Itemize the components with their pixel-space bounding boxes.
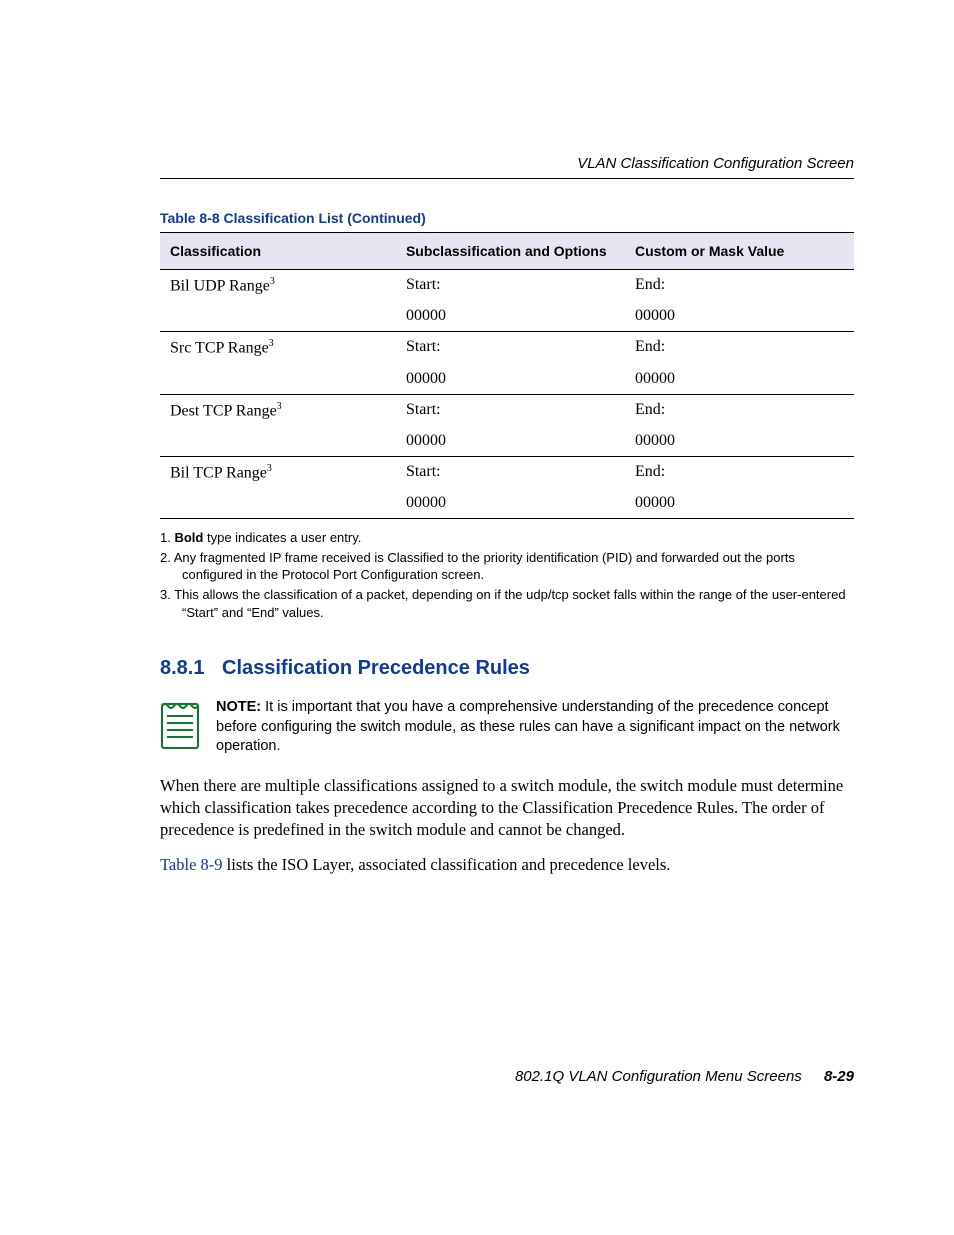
col-subclassification: Subclassification and Options — [396, 233, 625, 270]
classification-table: Classification Subclassification and Opt… — [160, 232, 854, 519]
row-name: Bil UDP Range — [170, 277, 270, 294]
table-row: 00000 00000 — [160, 488, 854, 519]
table-caption: Table 8-8 Classification List (Continued… — [160, 210, 854, 226]
footnotes: 1. Bold type indicates a user entry. 2. … — [160, 529, 854, 621]
row-name: Src TCP Range — [170, 340, 269, 357]
section-number: 8.8.1 — [160, 657, 222, 680]
footer-text: 802.1Q VLAN Configuration Menu Screens — [515, 1068, 802, 1085]
table-row: Bil UDP Range3 Start: End: — [160, 270, 854, 302]
header-rule — [160, 178, 854, 179]
end-value: 00000 — [625, 426, 854, 457]
start-value: 00000 — [396, 426, 625, 457]
table-row: 00000 00000 — [160, 364, 854, 395]
row-sup: 3 — [270, 276, 275, 287]
table-row: 00000 00000 — [160, 301, 854, 332]
table-row: 00000 00000 — [160, 426, 854, 457]
footnote-1: 1. Bold type indicates a user entry. — [160, 529, 854, 547]
row-name: Bil TCP Range — [170, 464, 267, 481]
body-paragraph-1: When there are multiple classifications … — [160, 775, 854, 842]
page-number: 8-29 — [824, 1068, 854, 1085]
end-label: End: — [625, 270, 854, 302]
running-header: VLAN Classification Configuration Screen — [577, 155, 854, 172]
body-paragraph-2-rest: lists the ISO Layer, associated classifi… — [223, 855, 671, 874]
start-label: Start: — [396, 456, 625, 488]
row-sup: 3 — [267, 463, 272, 474]
start-value: 00000 — [396, 364, 625, 395]
end-label: End: — [625, 456, 854, 488]
end-value: 00000 — [625, 488, 854, 519]
note-icon — [160, 698, 202, 750]
start-value: 00000 — [396, 301, 625, 332]
section-title: Classification Precedence Rules — [222, 657, 530, 679]
start-value: 00000 — [396, 488, 625, 519]
row-name: Dest TCP Range — [170, 402, 277, 419]
start-label: Start: — [396, 270, 625, 302]
note-text: NOTE: It is important that you have a co… — [216, 698, 854, 757]
table-row: Bil TCP Range3 Start: End: — [160, 456, 854, 488]
table-row: Src TCP Range3 Start: End: — [160, 332, 854, 364]
start-label: Start: — [396, 394, 625, 426]
page: VLAN Classification Configuration Screen… — [0, 0, 954, 1235]
page-footer: 802.1Q VLAN Configuration Menu Screens 8… — [515, 1068, 854, 1085]
end-label: End: — [625, 332, 854, 364]
col-custom-mask: Custom or Mask Value — [625, 233, 854, 270]
table-row: Dest TCP Range3 Start: End: — [160, 394, 854, 426]
start-label: Start: — [396, 332, 625, 364]
footnote-2: 2. Any fragmented IP frame received is C… — [160, 549, 854, 584]
footnote-3: 3. This allows the classification of a p… — [160, 586, 854, 621]
row-sup: 3 — [269, 338, 274, 349]
note-label: NOTE: — [216, 699, 261, 715]
end-value: 00000 — [625, 301, 854, 332]
col-classification: Classification — [160, 233, 396, 270]
cross-ref-link[interactable]: Table 8-9 — [160, 855, 223, 874]
note-body: It is important that you have a comprehe… — [216, 699, 840, 754]
row-sup: 3 — [277, 401, 282, 412]
end-label: End: — [625, 394, 854, 426]
note-block: NOTE: It is important that you have a co… — [160, 698, 854, 757]
body-paragraph-2: Table 8-9 lists the ISO Layer, associate… — [160, 854, 854, 876]
end-value: 00000 — [625, 364, 854, 395]
section-heading: 8.8.1Classification Precedence Rules — [160, 657, 854, 680]
